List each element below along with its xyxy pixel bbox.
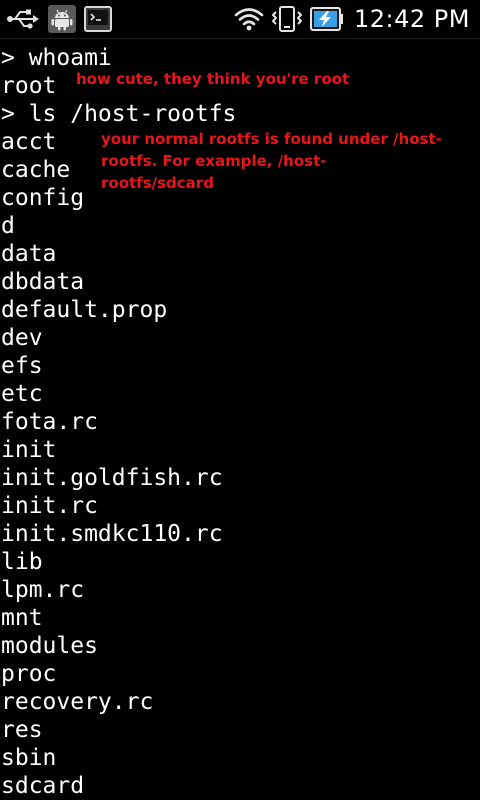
terminal-line: d <box>1 213 15 239</box>
terminal-line: mnt <box>1 605 43 631</box>
annotation-root-note: how cute, they think you're root <box>76 70 350 88</box>
terminal-line: proc <box>1 661 57 687</box>
terminal-line: dev <box>1 325 43 351</box>
battery-charging-icon[interactable] <box>310 6 344 32</box>
terminal-line: default.prop <box>1 297 168 323</box>
terminal-line: data <box>1 241 57 267</box>
status-bar: 12:42 PM <box>0 0 480 39</box>
android-debug-icon[interactable] <box>48 5 76 33</box>
terminal-line: > ls /host-rootfs <box>1 101 237 127</box>
system-icons: 12:42 PM <box>234 4 470 34</box>
annotation-rootfs-line3: rootfs/sdcard <box>101 174 214 192</box>
terminal-line: dbdata <box>1 269 85 295</box>
terminal-line: modules <box>1 633 98 659</box>
terminal-line: lib <box>1 549 43 575</box>
usb-icon[interactable] <box>6 7 40 31</box>
annotation-rootfs-line1: your normal rootfs is found under /host- <box>101 130 442 148</box>
terminal-line: res <box>1 717 43 743</box>
terminal-line: etc <box>1 381 43 407</box>
wifi-icon[interactable] <box>234 6 264 32</box>
annotation-rootfs-line2: rootfs. For example, /host- <box>101 152 327 170</box>
status-clock: 12:42 PM <box>354 5 470 33</box>
terminal-app-icon[interactable] <box>84 6 112 32</box>
notification-icons <box>6 4 112 34</box>
terminal-line: fota.rc <box>1 409 98 435</box>
terminal-line: init.smdkc110.rc <box>1 521 223 547</box>
terminal-line: sbin <box>1 745 57 771</box>
terminal-line: efs <box>1 353 43 379</box>
terminal-line: sdcard <box>1 773 85 799</box>
terminal-line: init <box>1 437 57 463</box>
terminal-line: recovery.rc <box>1 689 154 715</box>
terminal-line: init.goldfish.rc <box>1 465 223 491</box>
terminal-line: init.rc <box>1 493 98 519</box>
terminal-line: lpm.rc <box>1 577 85 603</box>
vibrate-icon[interactable] <box>270 5 304 33</box>
annotation-rootfs-note: your normal rootfs is found under /host-… <box>101 128 461 194</box>
